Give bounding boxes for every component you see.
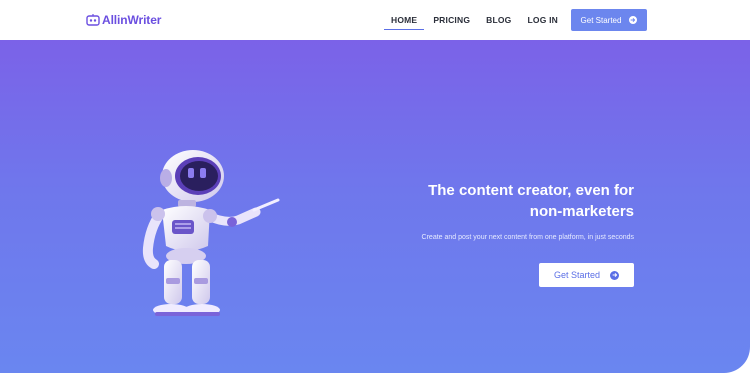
get-started-button-header[interactable]: Get Started <box>571 9 647 31</box>
hero-headline-line-2: non-marketers <box>529 203 634 220</box>
nav-item-pricing[interactable]: PRICING <box>426 0 477 40</box>
logo-text: AllinWriter <box>102 13 162 27</box>
hero-headline: The content creator, even for non-market… <box>374 180 634 222</box>
nav-item-home[interactable]: HOME <box>384 0 425 40</box>
logo-mark-icon <box>86 14 100 26</box>
get-started-label: Get Started <box>553 270 601 280</box>
nav-item-blog[interactable]: BLOG <box>479 0 518 40</box>
arrow-right-circle-icon <box>610 270 620 280</box>
hero-headline-line-1: The content creator, even for <box>428 182 634 199</box>
top-navigation-bar: AllinWriter HOME PRICING BLOG LOG IN Get… <box>0 0 750 40</box>
get-started-button-hero[interactable]: Get Started <box>539 263 634 287</box>
robot-illustration <box>142 150 280 316</box>
hero-subheadline: Create and post your next content from o… <box>421 234 634 241</box>
nav-item-login[interactable]: LOG IN <box>521 0 565 40</box>
hero-section: The content creator, even for non-market… <box>0 40 750 373</box>
main-nav: HOME PRICING BLOG LOG IN <box>384 0 565 40</box>
get-started-label: Get Started <box>580 15 622 25</box>
logo[interactable]: AllinWriter <box>86 11 161 29</box>
arrow-right-circle-icon <box>629 16 638 24</box>
